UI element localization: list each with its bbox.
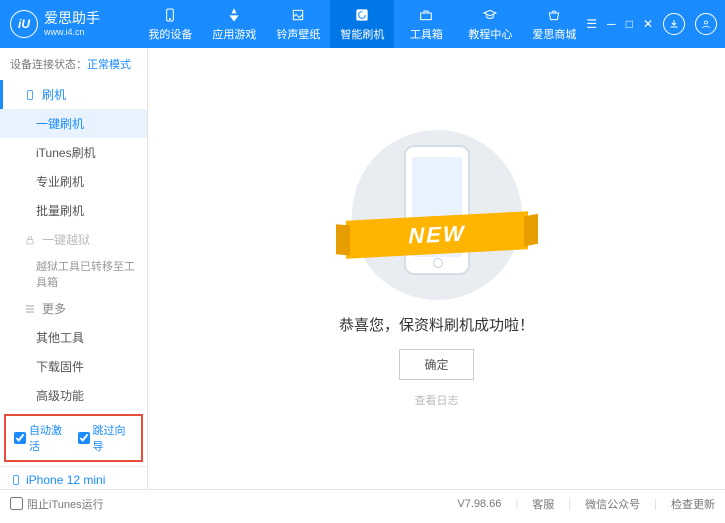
nav-label: 工具箱 (410, 26, 443, 42)
jailbreak-note: 越狱工具已转移至工具箱 (0, 254, 147, 294)
nav-store[interactable]: 爱思商城 (522, 0, 586, 48)
maximize-icon[interactable]: □ (626, 17, 633, 31)
device-block[interactable]: iPhone 12 mini 64GB Down-12mini-13,1 (0, 466, 147, 489)
nav-label: 我的设备 (148, 26, 192, 42)
minimize-icon[interactable]: ─ (607, 17, 616, 31)
ok-button[interactable]: 确定 (399, 349, 473, 380)
footer-wechat[interactable]: 微信公众号 (585, 496, 640, 512)
checkbox-label: 阻止iTunes运行 (27, 496, 104, 512)
store-icon (545, 6, 563, 24)
sidebar-item-advanced[interactable]: 高级功能 (0, 381, 147, 410)
wallpaper-icon (289, 6, 307, 24)
sidebar: 设备连接状态：正常模式 刷机 一键刷机 iTunes刷机 专业刷机 批量刷机 一… (0, 48, 148, 489)
checkbox-skip-guide[interactable]: 跳过向导 (78, 422, 134, 454)
nav-label: 教程中心 (468, 26, 512, 42)
sidebar-item-itunes[interactable]: iTunes刷机 (0, 138, 147, 167)
menu-icon[interactable]: ☰ (586, 17, 597, 31)
logo[interactable]: iU 爱思助手 www.i4.cn (0, 10, 138, 38)
nav-label: 智能刷机 (340, 26, 384, 42)
toolbox-icon (417, 6, 435, 24)
logo-icon: iU (10, 10, 38, 38)
phone-icon (161, 6, 179, 24)
nav-label: 爱思商城 (532, 26, 576, 42)
titlebar: iU 爱思助手 www.i4.cn 我的设备 应用游戏 铃声壁纸 智能刷机 工具… (0, 0, 725, 48)
status-value: 正常模式 (87, 59, 131, 71)
sidebar-item-pro[interactable]: 专业刷机 (0, 167, 147, 196)
close-icon[interactable]: ✕ (643, 17, 653, 31)
footer-service[interactable]: 客服 (532, 496, 554, 512)
user-button[interactable] (695, 13, 717, 35)
nav-label: 应用游戏 (212, 26, 256, 42)
footer: 阻止iTunes运行 V7.98.66 | 客服 | 微信公众号 | 检查更新 (0, 489, 725, 517)
checkbox-input[interactable] (78, 432, 90, 444)
apps-icon (225, 6, 243, 24)
status-label: 设备连接状态： (10, 59, 87, 71)
section-label: 一键越狱 (42, 231, 90, 248)
checkbox-label: 自动激活 (29, 422, 70, 454)
view-log-link[interactable]: 查看日志 (415, 392, 459, 408)
sidebar-item-other[interactable]: 其他工具 (0, 323, 147, 352)
lock-icon (24, 234, 36, 246)
section-label: 刷机 (42, 86, 66, 103)
phone-icon (10, 474, 22, 486)
main-nav: 我的设备 应用游戏 铃声壁纸 智能刷机 工具箱 教程中心 爱思商城 (138, 0, 586, 48)
download-button[interactable] (663, 13, 685, 35)
tutorial-icon (481, 6, 499, 24)
version-label: V7.98.66 (457, 498, 501, 510)
nav-flash[interactable]: 智能刷机 (330, 0, 394, 48)
phone-icon (24, 89, 36, 101)
section-jailbreak: 一键越狱 (0, 225, 147, 254)
sidebar-item-download[interactable]: 下载固件 (0, 352, 147, 381)
logo-title: 爱思助手 (44, 11, 100, 26)
nav-apps[interactable]: 应用游戏 (202, 0, 266, 48)
checkbox-label: 跳过向导 (93, 422, 134, 454)
nav-ringtones[interactable]: 铃声壁纸 (266, 0, 330, 48)
checkbox-auto-activate[interactable]: 自动激活 (14, 422, 70, 454)
window-controls: ☰ ─ □ ✕ (586, 13, 725, 35)
list-icon (24, 303, 36, 315)
section-flash[interactable]: 刷机 (0, 80, 147, 109)
footer-update[interactable]: 检查更新 (671, 496, 715, 512)
section-more[interactable]: 更多 (0, 294, 147, 323)
device-name: iPhone 12 mini (10, 473, 137, 487)
sidebar-item-batch[interactable]: 批量刷机 (0, 196, 147, 225)
logo-subtitle: www.i4.cn (44, 27, 100, 37)
sidebar-item-oneclick[interactable]: 一键刷机 (0, 109, 147, 138)
refresh-icon (353, 6, 371, 24)
success-illustration: NEW (352, 130, 522, 300)
nav-tutorials[interactable]: 教程中心 (458, 0, 522, 48)
main-content: NEW 恭喜您，保资料刷机成功啦！ 确定 查看日志 (148, 48, 725, 489)
success-message: 恭喜您，保资料刷机成功啦！ (339, 314, 534, 335)
checkbox-input[interactable] (14, 432, 26, 444)
checkbox-block-itunes[interactable]: 阻止iTunes运行 (10, 496, 104, 512)
nav-label: 铃声壁纸 (276, 26, 320, 42)
connection-status: 设备连接状态：正常模式 (0, 48, 147, 80)
options-row: 自动激活 跳过向导 (4, 414, 143, 462)
nav-my-device[interactable]: 我的设备 (138, 0, 202, 48)
nav-toolbox[interactable]: 工具箱 (394, 0, 458, 48)
section-label: 更多 (42, 300, 66, 317)
device-name-text: iPhone 12 mini (26, 473, 105, 487)
checkbox-input[interactable] (10, 497, 23, 510)
